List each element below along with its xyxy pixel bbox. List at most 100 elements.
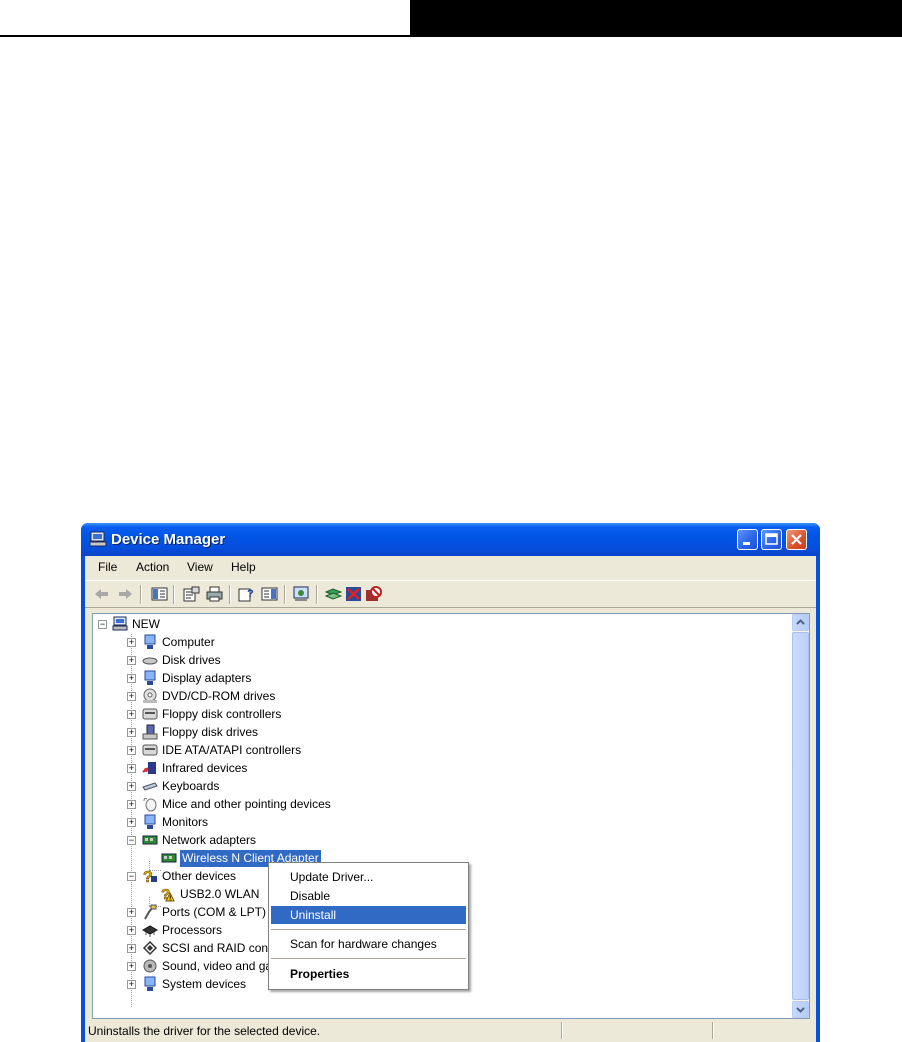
tree-label: Other devices (162, 869, 237, 883)
expand-toggle[interactable]: + (127, 638, 136, 647)
document-header-bar (410, 0, 902, 37)
status-separator (712, 1022, 714, 1039)
chevron-up-icon (796, 619, 805, 625)
disk-drive-icon (142, 657, 158, 665)
expand-toggle[interactable]: + (127, 746, 136, 755)
expand-toggle[interactable]: + (127, 764, 136, 773)
network-adapter-icon (161, 853, 177, 863)
expand-toggle[interactable]: + (127, 980, 136, 989)
collapse-toggle[interactable]: − (127, 836, 136, 845)
tree-label: System devices (162, 977, 247, 991)
mouse-icon (143, 797, 157, 812)
menu-separator (271, 958, 466, 959)
menu-properties[interactable]: Properties (271, 965, 466, 983)
tree-label: Mice and other pointing devices (162, 797, 331, 811)
document-header-rule (0, 0, 410, 37)
expand-toggle[interactable]: + (127, 818, 136, 827)
tree-label: Floppy disk drives (162, 725, 259, 739)
maximize-button[interactable] (761, 529, 782, 550)
show-hide-console-tree-icon[interactable] (151, 586, 168, 602)
expand-toggle[interactable]: + (127, 926, 136, 935)
menu-file[interactable]: File (98, 560, 117, 574)
chevron-down-icon (796, 1007, 805, 1013)
floppy-icon (142, 724, 158, 740)
menu-help[interactable]: Help (231, 560, 256, 574)
menu-update-driver[interactable]: Update Driver... (271, 868, 466, 886)
menu-uninstall[interactable]: Uninstall (271, 906, 466, 924)
forward-icon[interactable] (117, 586, 134, 602)
monitor-icon (144, 814, 156, 829)
cdrom-icon (143, 688, 157, 703)
expand-toggle[interactable]: + (127, 674, 136, 683)
minimize-button[interactable] (737, 529, 758, 550)
expand-toggle[interactable]: + (127, 782, 136, 791)
help-icon[interactable]: ? (238, 586, 255, 602)
tree-label: USB2.0 WLAN (180, 887, 260, 901)
scroll-up-button[interactable] (792, 614, 809, 631)
menu-view[interactable]: View (187, 560, 213, 574)
unknown-device-icon: ? (143, 869, 157, 884)
status-bar: Uninstalls the driver for the selected d… (85, 1020, 816, 1041)
title-bar[interactable]: Device Manager (81, 523, 820, 556)
context-menu: Update Driver... Disable Uninstall Scan … (268, 862, 469, 990)
tree-label: Keyboards (162, 779, 220, 793)
collapse-toggle[interactable]: − (127, 872, 136, 881)
vertical-scrollbar[interactable] (792, 614, 809, 1018)
tree-label: Ports (COM & LPT) (162, 905, 267, 919)
tree-label: Network adapters (162, 833, 257, 847)
infrared-icon (142, 762, 156, 774)
scsi-icon (142, 940, 158, 956)
toolbar-separator (140, 585, 142, 604)
controller-icon (142, 708, 158, 720)
warning-device-icon: ?! (161, 886, 175, 903)
print-icon[interactable] (206, 586, 223, 602)
show-hide-action-pane-icon[interactable] (261, 586, 278, 602)
expand-toggle[interactable]: + (127, 908, 136, 917)
toolbar-separator (316, 585, 318, 604)
minimize-icon (743, 542, 750, 545)
expand-toggle[interactable]: + (127, 692, 136, 701)
svg-text:?: ? (247, 588, 254, 600)
status-separator (561, 1022, 563, 1039)
tree-label: Computer (162, 635, 215, 649)
toolbar-separator (173, 585, 175, 604)
system-icon (144, 976, 156, 991)
uninstall-icon[interactable] (345, 586, 362, 602)
menu-action[interactable]: Action (136, 560, 169, 574)
processor-icon (142, 925, 158, 937)
maximize-icon (765, 533, 778, 545)
disable-icon[interactable] (365, 586, 382, 602)
tree-label: DVD/CD-ROM drives (162, 689, 276, 703)
tree-label: Monitors (162, 815, 209, 829)
scroll-thumb[interactable] (792, 632, 809, 1000)
close-button[interactable] (786, 529, 807, 550)
menu-separator (271, 929, 466, 930)
expand-toggle[interactable]: + (127, 728, 136, 737)
scroll-down-button[interactable] (792, 1001, 809, 1018)
scan-hardware-icon[interactable] (293, 586, 310, 602)
keyboard-icon (142, 782, 158, 791)
expand-toggle[interactable]: + (127, 656, 136, 665)
collapse-toggle[interactable]: − (98, 620, 107, 629)
menu-disable[interactable]: Disable (271, 887, 466, 905)
status-text: Uninstalls the driver for the selected d… (88, 1024, 321, 1038)
tree-label: Display adapters (162, 671, 252, 685)
tree-label: Floppy disk controllers (162, 707, 282, 721)
svg-text:!: ! (169, 896, 171, 903)
menu-scan-hardware[interactable]: Scan for hardware changes (271, 935, 466, 953)
expand-toggle[interactable]: + (127, 800, 136, 809)
toolbar-separator (229, 585, 231, 604)
back-icon[interactable] (93, 586, 110, 602)
port-icon (144, 904, 157, 920)
network-adapter-icon (142, 835, 158, 845)
expand-toggle[interactable]: + (127, 710, 136, 719)
sound-icon (143, 959, 157, 973)
expand-toggle[interactable]: + (127, 962, 136, 971)
update-driver-icon[interactable] (325, 586, 342, 602)
controller-icon (142, 744, 158, 756)
expand-toggle[interactable]: + (127, 944, 136, 953)
toolbar-separator (284, 585, 286, 604)
computer-icon (112, 616, 128, 631)
properties-icon[interactable] (183, 586, 200, 602)
tree-label: Infrared devices (162, 761, 248, 775)
